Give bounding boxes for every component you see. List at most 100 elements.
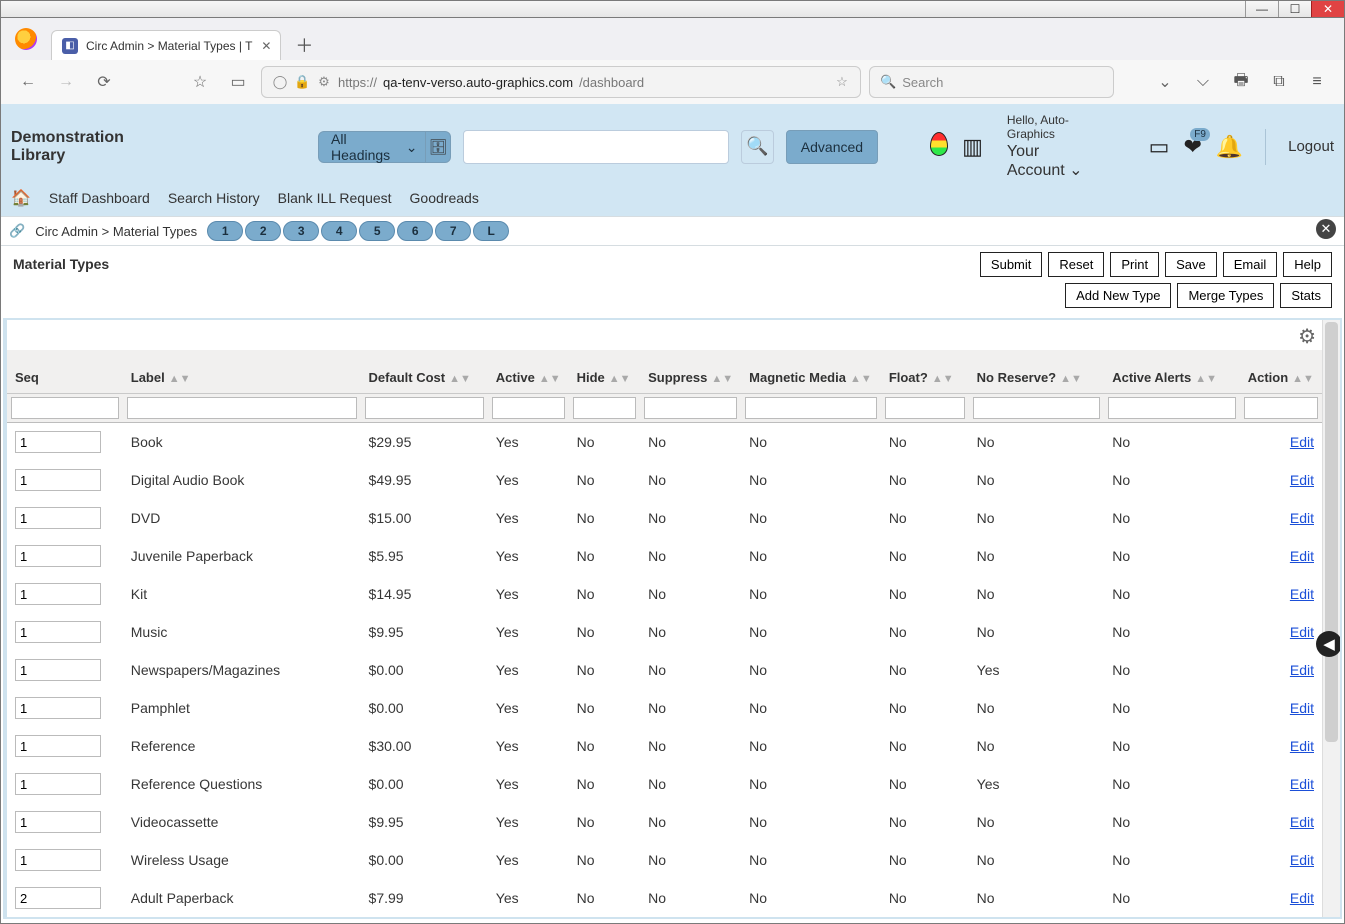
hamburger-menu-icon[interactable]: ≡ xyxy=(1302,67,1332,97)
help-button[interactable]: Help xyxy=(1283,252,1332,277)
seq-input[interactable] xyxy=(15,697,101,719)
history-chip[interactable]: 2 xyxy=(245,221,281,241)
browser-search-input[interactable]: 🔍 Search xyxy=(869,66,1114,98)
logout-link[interactable]: Logout xyxy=(1288,138,1334,155)
edit-link[interactable]: Edit xyxy=(1290,738,1314,754)
window-close-button[interactable]: ✕ xyxy=(1311,1,1344,17)
sort-icon[interactable]: ▲▼ xyxy=(449,376,471,382)
sort-icon[interactable]: ▲▼ xyxy=(932,376,954,382)
reset-button[interactable]: Reset xyxy=(1048,252,1104,277)
gear-icon[interactable]: ⚙ xyxy=(1298,324,1316,349)
add-new-type-button[interactable]: Add New Type xyxy=(1065,283,1171,308)
address-bar[interactable]: ◯ 🔒 ⚙ https://qa-tenv-verso.auto-graphic… xyxy=(261,66,861,98)
vertical-scrollbar[interactable] xyxy=(1322,320,1340,917)
window-maximize-button[interactable]: ☐ xyxy=(1278,1,1311,17)
card-icon[interactable]: ▭ xyxy=(1149,134,1170,160)
grid-scroll[interactable]: ⚙ Seq Label▲▼ Default Cost▲▼ xyxy=(7,320,1322,917)
seq-input[interactable] xyxy=(15,583,101,605)
seq-input[interactable] xyxy=(15,773,101,795)
edit-link[interactable]: Edit xyxy=(1290,586,1314,602)
sort-icon[interactable]: ▲▼ xyxy=(850,376,872,382)
edit-link[interactable]: Edit xyxy=(1290,510,1314,526)
nav-search-history[interactable]: Search History xyxy=(168,190,260,206)
window-minimize-button[interactable]: — xyxy=(1245,1,1278,17)
filter-noreserve-input[interactable] xyxy=(973,397,1101,419)
sort-icon[interactable]: ▲▼ xyxy=(169,376,191,382)
seq-input[interactable] xyxy=(15,811,101,833)
sort-icon[interactable]: ▲▼ xyxy=(711,376,733,382)
sort-icon[interactable]: ▲▼ xyxy=(1195,376,1217,382)
pocket-icon[interactable]: ⌵ xyxy=(1188,67,1218,97)
sort-icon[interactable]: ▲▼ xyxy=(1292,376,1314,382)
filter-cost-input[interactable] xyxy=(365,397,484,419)
search-scope-dropdown[interactable]: All Headings ⌄ xyxy=(318,131,426,163)
nav-goodreads[interactable]: Goodreads xyxy=(410,190,479,206)
stats-button[interactable]: Stats xyxy=(1280,283,1332,308)
edit-link[interactable]: Edit xyxy=(1290,548,1314,564)
filter-alerts-input[interactable] xyxy=(1108,397,1235,419)
filter-label-input[interactable] xyxy=(127,397,357,419)
nav-reload-button[interactable]: ⟳ xyxy=(89,67,119,97)
bookmark-star-icon[interactable]: ☆ xyxy=(185,67,215,97)
nav-staff-dashboard[interactable]: Staff Dashboard xyxy=(49,190,150,206)
sort-icon[interactable]: ▲▼ xyxy=(609,376,631,382)
edit-link[interactable]: Edit xyxy=(1290,662,1314,678)
scrollbar-thumb[interactable] xyxy=(1325,322,1338,742)
merge-types-button[interactable]: Merge Types xyxy=(1177,283,1274,308)
edit-link[interactable]: Edit xyxy=(1290,700,1314,716)
filter-suppress-input[interactable] xyxy=(644,397,737,419)
edit-link[interactable]: Edit xyxy=(1290,434,1314,450)
catalog-search-input[interactable] xyxy=(463,130,729,164)
bell-icon[interactable]: 🔔 xyxy=(1216,134,1243,160)
new-tab-button[interactable]: ＋ xyxy=(289,30,319,60)
history-chip[interactable]: 1 xyxy=(207,221,243,241)
breadcrumb-close-icon[interactable]: ✕ xyxy=(1316,219,1336,239)
home-icon[interactable]: 🏠 xyxy=(11,188,31,208)
collapse-handle-icon[interactable]: ◀ xyxy=(1316,631,1342,657)
scan-icon[interactable]: ▥ xyxy=(962,134,983,160)
email-button[interactable]: Email xyxy=(1223,252,1278,277)
seq-input[interactable] xyxy=(15,621,101,643)
nav-blank-ill[interactable]: Blank ILL Request xyxy=(278,190,392,206)
seq-input[interactable] xyxy=(15,849,101,871)
history-chip[interactable]: 5 xyxy=(359,221,395,241)
seq-input[interactable] xyxy=(15,735,101,757)
edit-link[interactable]: Edit xyxy=(1290,472,1314,488)
history-chip[interactable]: 4 xyxy=(321,221,357,241)
print-icon[interactable]: 🖶 xyxy=(1226,67,1256,97)
filter-hide-input[interactable] xyxy=(573,397,637,419)
filter-active-input[interactable] xyxy=(492,397,565,419)
favorites-icon[interactable]: ❤F9 xyxy=(1183,134,1201,160)
nav-back-button[interactable]: ← xyxy=(13,67,43,97)
nav-forward-button[interactable]: → xyxy=(51,67,81,97)
browser-tab[interactable]: ◧ Circ Admin > Material Types | T ✕ xyxy=(51,30,281,60)
seq-input[interactable] xyxy=(15,507,101,529)
edit-link[interactable]: Edit xyxy=(1290,890,1314,906)
filter-seq-input[interactable] xyxy=(11,397,119,419)
history-chip[interactable]: 3 xyxy=(283,221,319,241)
catalog-search-button[interactable]: 🔍 xyxy=(741,130,774,164)
filter-float-input[interactable] xyxy=(885,397,965,419)
balloon-icon[interactable] xyxy=(930,132,948,162)
seq-input[interactable] xyxy=(15,659,101,681)
edit-link[interactable]: Edit xyxy=(1290,776,1314,792)
history-chip[interactable]: L xyxy=(473,221,509,241)
sort-icon[interactable]: ▲▼ xyxy=(1060,376,1082,382)
history-chip[interactable]: 6 xyxy=(397,221,433,241)
seq-input[interactable] xyxy=(15,887,101,909)
account-block[interactable]: Hello, Auto-Graphics Your Account ⌄ xyxy=(1007,113,1097,180)
edit-link[interactable]: Edit xyxy=(1290,852,1314,868)
library-icon[interactable]: ▭ xyxy=(223,67,253,97)
history-chip[interactable]: 7 xyxy=(435,221,471,241)
filter-action-input[interactable] xyxy=(1244,397,1318,419)
print-button[interactable]: Print xyxy=(1110,252,1159,277)
database-icon[interactable]: 🗄 xyxy=(426,131,451,163)
sort-icon[interactable]: ▲▼ xyxy=(539,376,561,382)
bookmark-page-icon[interactable]: ☆ xyxy=(834,74,850,90)
submit-button[interactable]: Submit xyxy=(980,252,1042,277)
seq-input[interactable] xyxy=(15,469,101,491)
seq-input[interactable] xyxy=(15,545,101,567)
advanced-search-button[interactable]: Advanced xyxy=(786,130,878,164)
save-button[interactable]: Save xyxy=(1165,252,1217,277)
filter-magnetic-input[interactable] xyxy=(745,397,877,419)
